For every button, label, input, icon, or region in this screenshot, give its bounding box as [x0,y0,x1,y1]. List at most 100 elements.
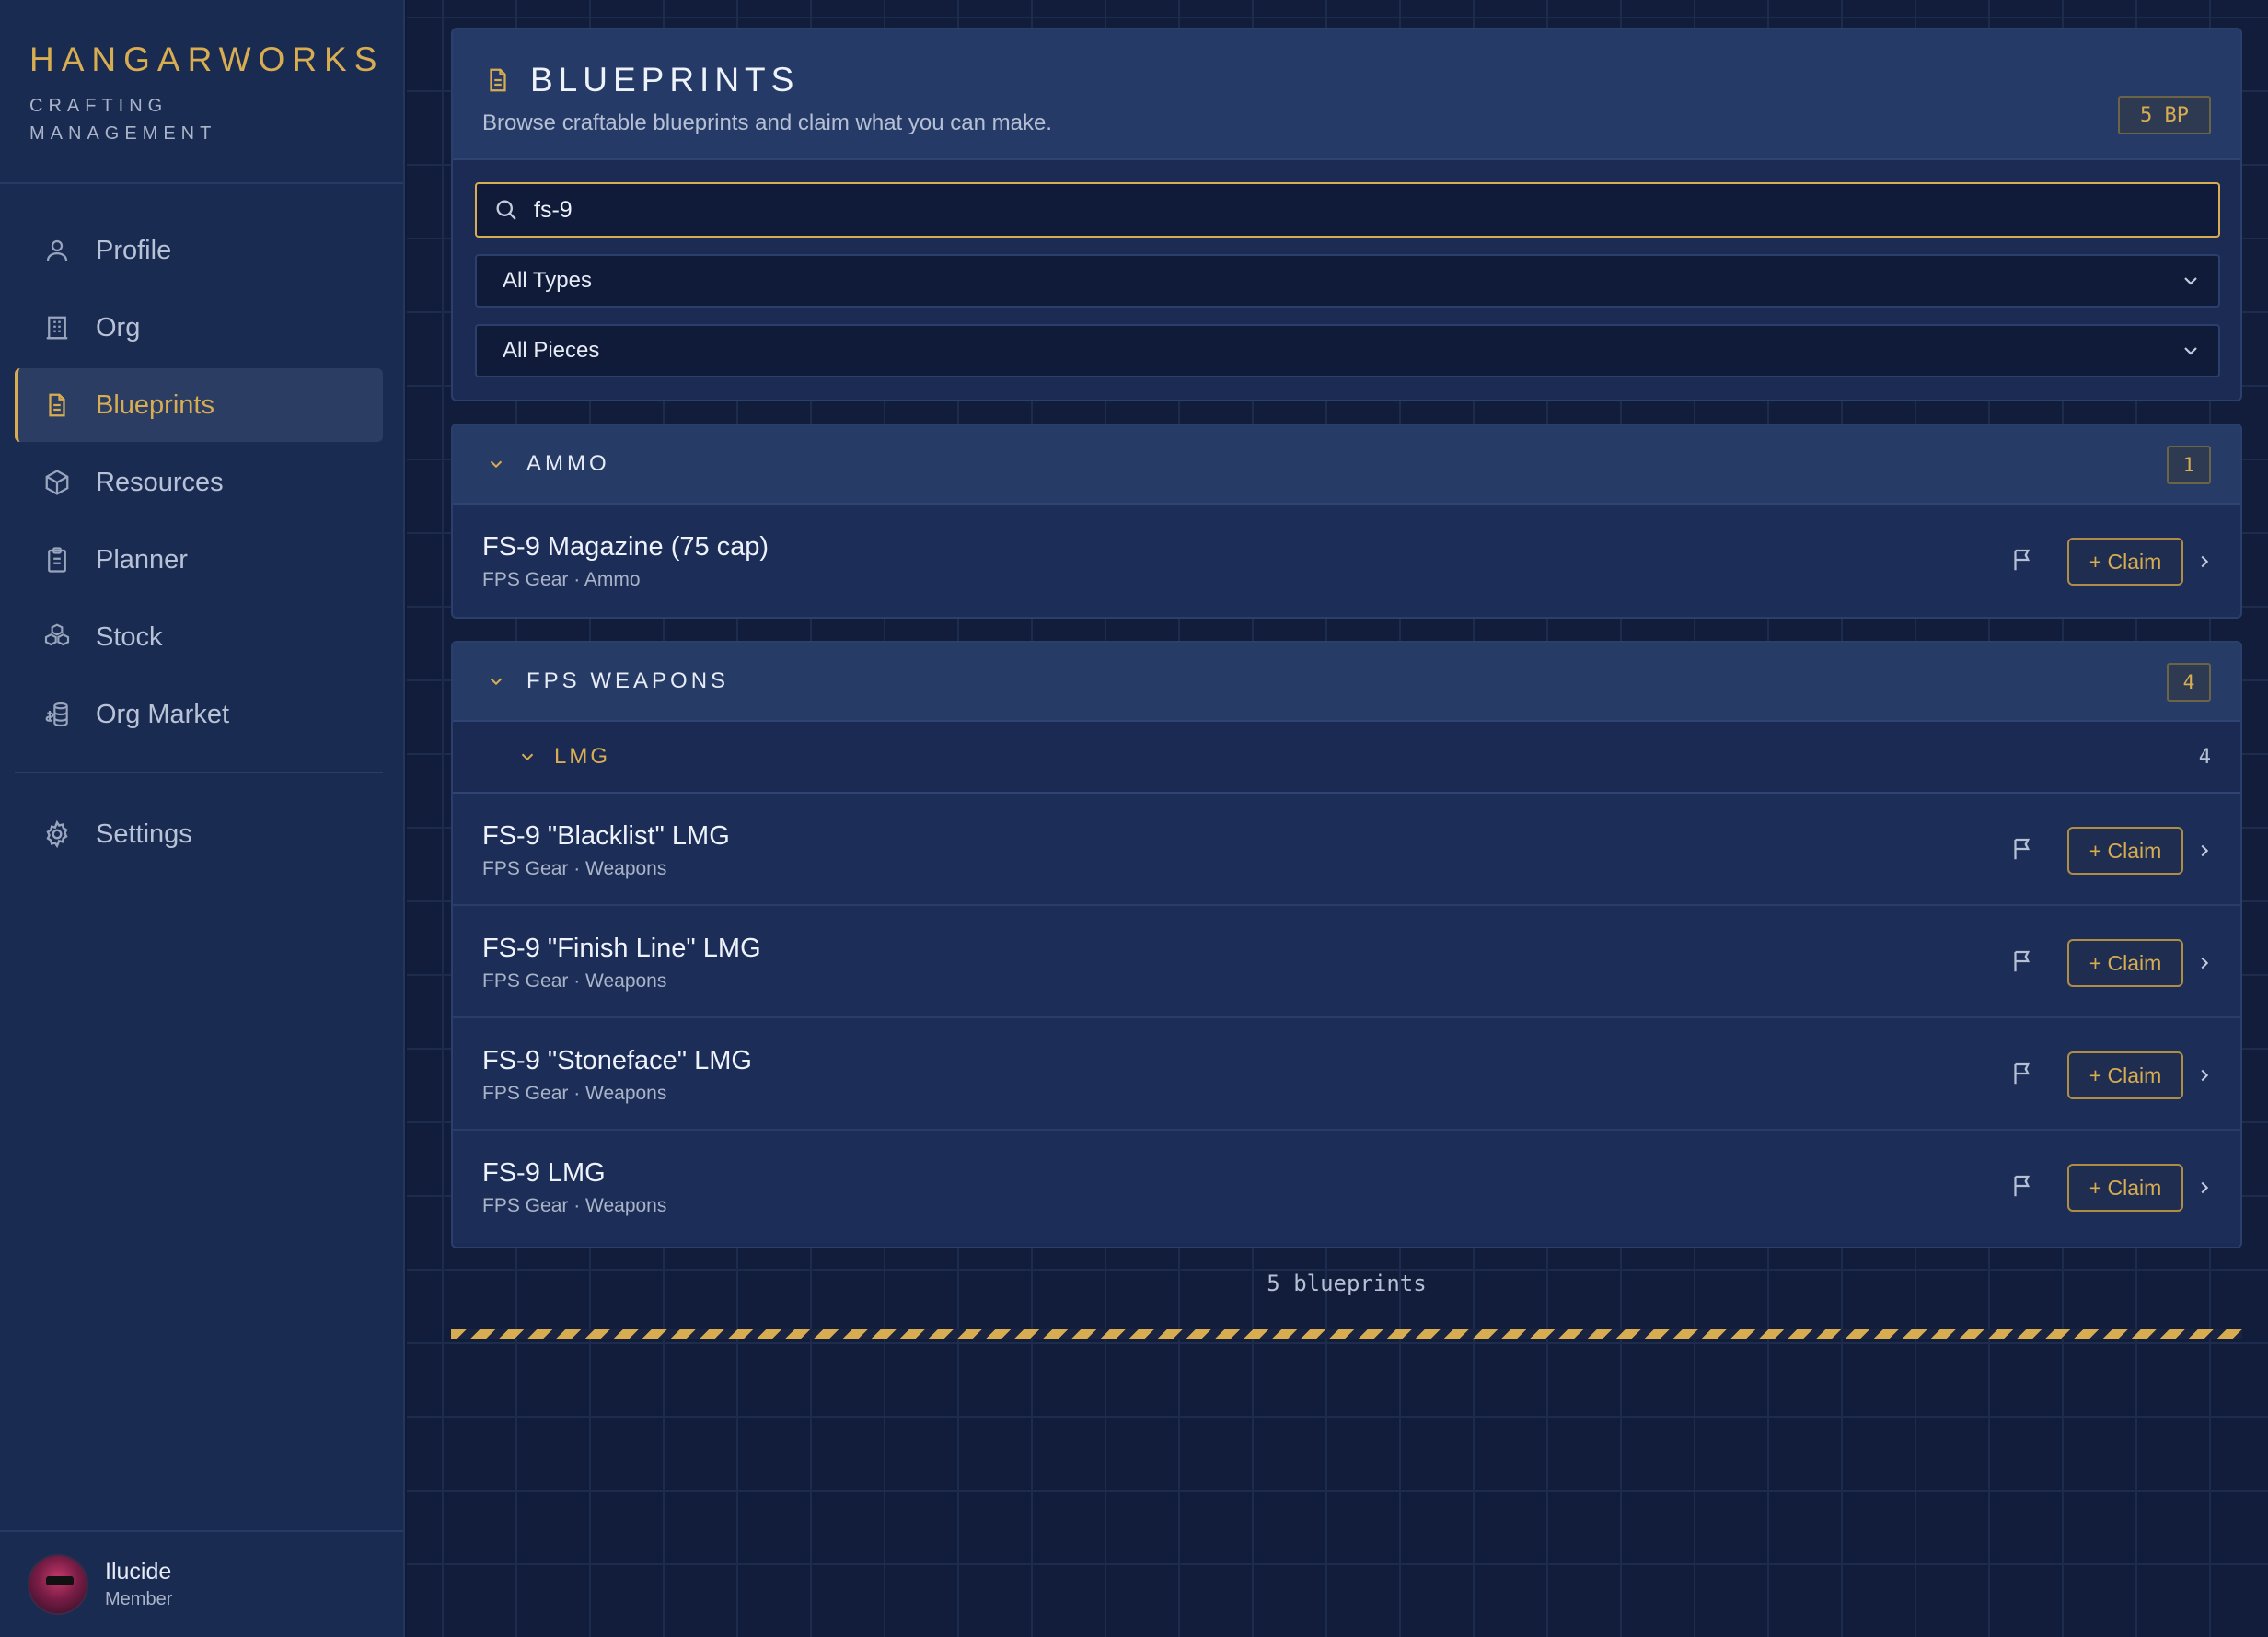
blueprint-row[interactable]: FS-9 "Finish Line" LMG FPS Gear · Weapon… [453,906,2240,1018]
gear-icon [40,818,74,851]
sidebar-nav: Profile Org Blueprints Resources Planner… [15,214,383,755]
blueprint-name: FS-9 "Finish Line" LMG [482,934,761,963]
group-ammo: AMMO 1 FS-9 Magazine (75 cap) FPS Gear ·… [451,424,2242,619]
search-input[interactable] [534,196,2191,224]
chevron-down-icon [517,747,538,767]
claim-button[interactable]: + Claim [2067,538,2183,586]
claim-button[interactable]: + Claim [2067,827,2183,875]
flag-icon[interactable] [2008,834,2036,864]
blueprint-name: FS-9 "Stoneface" LMG [482,1046,752,1075]
page-description: Browse craftable blueprints and claim wh… [482,110,1052,135]
sidebar-item-org-market[interactable]: Org Market [15,678,383,751]
clipboard-icon [40,543,74,576]
user-info: Ilucide Member [105,1559,172,1610]
chevron-right-icon[interactable] [2194,840,2215,862]
piece-filter-value: All Pieces [503,338,600,363]
group-count-badge: 1 [2167,446,2211,484]
sidebar-item-label: Stock [96,621,163,652]
group-header-fps-weapons[interactable]: FPS WEAPONS 4 [453,643,2240,722]
app-root: HANGARWORKS CRAFTING MANAGEMENT Profile … [0,0,2268,1637]
building-icon [40,311,74,344]
brand-subtitle: CRAFTING MANAGEMENT [29,96,217,144]
subgroup-header-lmg[interactable]: LMG 4 [453,722,2240,794]
claim-button[interactable]: + Claim [2067,1051,2183,1099]
sidebar-divider [0,182,403,184]
flag-icon[interactable] [2008,946,2036,976]
flag-icon[interactable] [2008,545,2036,575]
search-icon [493,197,519,223]
brand-title: HANGARWORKS [29,41,385,78]
sidebar-item-label: Profile [96,235,172,265]
subgroup-count: 4 [2198,746,2211,769]
user-role: Member [105,1589,173,1609]
chevron-down-icon [2180,270,2202,292]
chevron-down-icon [2180,340,2202,362]
piece-filter-select[interactable]: All Pieces [475,324,2220,377]
brand[interactable]: HANGARWORKS CRAFTING MANAGEMENT [29,41,384,147]
sidebar-item-profile[interactable]: Profile [15,214,383,287]
blueprint-name: FS-9 Magazine (75 cap) [482,532,770,562]
group-fps-weapons: FPS WEAPONS 4 LMG 4 FS-9 "Blacklist" LMG… [451,641,2242,1248]
user-name: Ilucide [105,1559,172,1585]
sidebar-item-blueprints[interactable]: Blueprints [15,368,383,442]
blueprint-row[interactable]: FS-9 "Blacklist" LMG FPS Gear · Weapons … [453,794,2240,906]
blueprint-row[interactable]: FS-9 LMG FPS Gear · Weapons + Claim [453,1131,2240,1243]
flag-icon[interactable] [2008,1059,2036,1088]
main-content: BLUEPRINTS Browse craftable blueprints a… [407,0,2268,1637]
user-profile[interactable]: Ilucide Member [0,1530,403,1637]
avatar [28,1554,88,1615]
chevron-down-icon [486,454,506,474]
blueprint-name: FS-9 LMG [482,1158,606,1188]
blueprint-meta: FPS Gear · Weapons [482,1083,667,1104]
sidebar-item-label: Settings [96,818,192,849]
sidebar-item-resources[interactable]: Resources [15,446,383,519]
nav-divider [15,772,383,773]
blueprints-header-panel: BLUEPRINTS Browse craftable blueprints a… [451,28,2242,401]
blueprint-row[interactable]: FS-9 "Stoneface" LMG FPS Gear · Weapons … [453,1018,2240,1131]
chevron-right-icon[interactable] [2194,1064,2215,1086]
claim-button[interactable]: + Claim [2067,1164,2183,1212]
sidebar-item-label: Org [96,312,141,342]
group-title: AMMO [526,451,610,476]
blueprint-name: FS-9 "Blacklist" LMG [482,821,730,851]
group-header-ammo[interactable]: AMMO 1 [453,425,2240,505]
sidebar-item-settings[interactable]: Settings [15,797,383,871]
page-title: BLUEPRINTS [530,61,800,99]
search-field[interactable] [475,182,2220,238]
sidebar-item-label: Org Market [96,699,230,729]
flag-icon[interactable] [2008,1171,2036,1201]
type-filter-select[interactable]: All Types [475,254,2220,308]
blueprint-meta: FPS Gear · Ammo [482,569,641,590]
settings-nav: Settings [15,797,383,875]
results-count: 5 blueprints [1267,1271,1427,1296]
blueprint-count-badge: 5 BP [2118,96,2211,134]
user-icon [40,234,74,267]
type-filter-value: All Types [503,268,592,293]
sidebar-item-stock[interactable]: Stock [15,600,383,674]
sidebar-item-label: Blueprints [96,389,214,420]
cube-icon [40,466,74,499]
subgroup-title: LMG [554,744,611,769]
hazard-stripe-divider [451,1329,2242,1339]
sidebar-item-org[interactable]: Org [15,291,383,365]
chevron-right-icon[interactable] [2194,1177,2215,1199]
chevron-right-icon[interactable] [2194,551,2215,573]
page-header: BLUEPRINTS Browse craftable blueprints a… [453,29,2240,160]
sidebar-item-planner[interactable]: Planner [15,523,383,597]
document-icon [484,64,512,96]
blueprint-meta: FPS Gear · Weapons [482,970,667,992]
chevron-right-icon[interactable] [2194,952,2215,974]
sidebar: HANGARWORKS CRAFTING MANAGEMENT Profile … [0,0,405,1637]
blueprint-meta: FPS Gear · Weapons [482,1195,667,1216]
sidebar-item-label: Planner [96,544,188,575]
group-title: FPS WEAPONS [526,668,730,693]
chevron-down-icon [486,671,506,691]
sidebar-item-label: Resources [96,467,224,497]
document-icon [40,389,74,422]
blueprint-row[interactable]: FS-9 Magazine (75 cap) FPS Gear · Ammo +… [453,505,2240,617]
blueprint-meta: FPS Gear · Weapons [482,858,667,879]
claim-button[interactable]: + Claim [2067,939,2183,987]
group-count-badge: 4 [2167,663,2211,702]
boxes-icon [40,621,74,654]
coins-icon [40,698,74,731]
